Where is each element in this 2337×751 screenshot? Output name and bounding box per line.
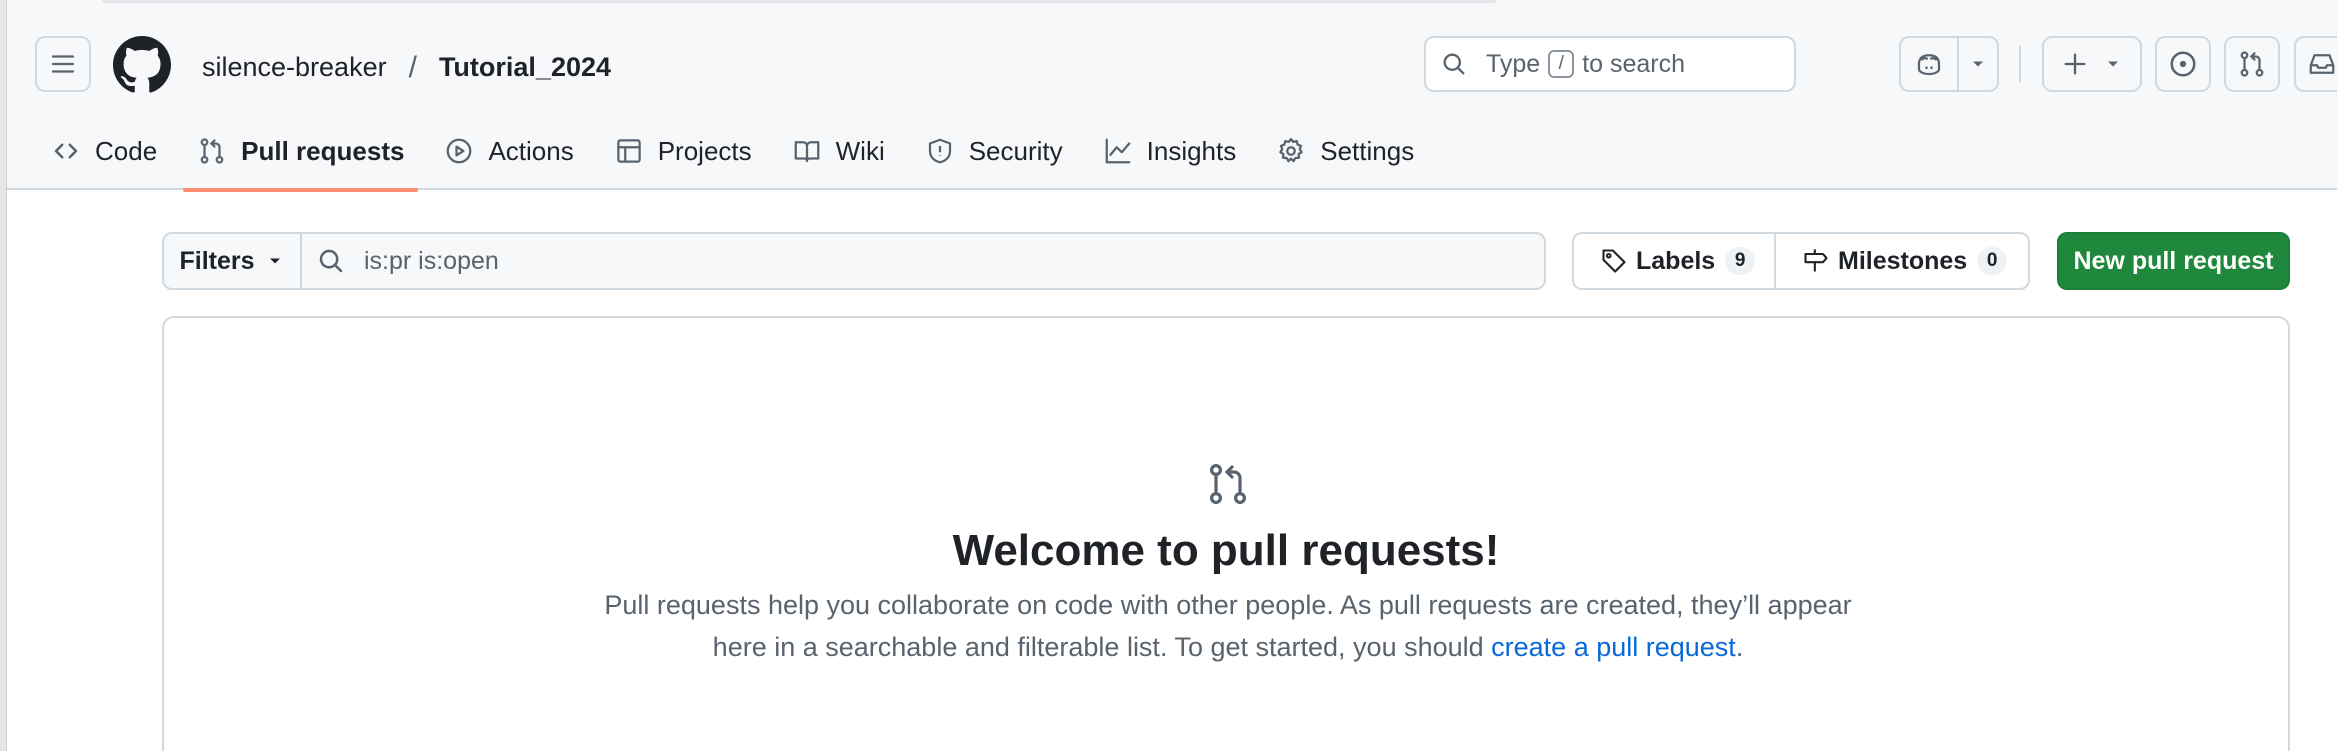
milestones-button[interactable]: Milestones 0 [1776, 234, 2028, 288]
copilot-button-group [1899, 36, 1999, 92]
breadcrumb-owner-link[interactable]: silence-breaker [196, 48, 393, 87]
tab-actions[interactable]: Actions [430, 122, 587, 190]
code-icon [54, 143, 78, 159]
blankslate-title: Welcome to pull requests! [952, 526, 1500, 575]
tab-insights-label: Insights [1146, 136, 1237, 166]
search-icon [1443, 53, 1465, 75]
menu-button[interactable] [35, 36, 91, 92]
gear-icon [1279, 138, 1303, 163]
tab-pull-requests-label: Pull requests [241, 136, 405, 166]
copilot-dropdown-button[interactable] [1959, 38, 1997, 90]
tab-pull-requests[interactable]: Pull requests [183, 122, 419, 192]
tab-projects-label: Projects [657, 136, 752, 166]
tab-insights[interactable]: Insights [1089, 122, 1251, 190]
play-icon [447, 138, 472, 164]
tab-code[interactable]: Code [37, 122, 171, 190]
tab-settings[interactable]: Settings [1262, 122, 1428, 190]
git-pull-request-icon [1209, 463, 1247, 504]
tab-actions-label: Actions [488, 136, 574, 166]
search-icon [319, 249, 343, 273]
shield-icon [928, 138, 951, 164]
search-placeholder-prefix: Type [1486, 49, 1541, 78]
plus-icon [2064, 53, 2086, 75]
create-new-button[interactable] [2042, 36, 2142, 92]
labels-milestones-group: Labels 9 Milestones 0 [1572, 232, 2030, 290]
search-placeholder-suffix: to search [1582, 49, 1686, 78]
browser-window-edge [0, 0, 7, 751]
copilot-button[interactable] [1901, 38, 1959, 90]
labels-button-label: Labels [1636, 246, 1716, 275]
tab-projects[interactable]: Projects [600, 122, 766, 190]
labels-count-badge: 9 [1725, 247, 1756, 275]
inbox-icon [2309, 54, 2335, 74]
triangle-down-icon [1973, 61, 1983, 67]
issues-button[interactable] [2155, 36, 2211, 92]
copilot-icon [1917, 54, 1941, 76]
book-icon [794, 141, 819, 163]
pull-requests-button[interactable] [2224, 36, 2280, 92]
search-shortcut-key: / [1548, 50, 1575, 78]
triangle-down-icon [269, 258, 280, 264]
browser-tab-bar-edge [102, 0, 1497, 3]
tab-security-label: Security [968, 136, 1063, 166]
tab-wiki[interactable]: Wiki [778, 122, 899, 190]
breadcrumb-repo-link[interactable]: Tutorial_2024 [433, 48, 617, 87]
tab-code-label: Code [95, 136, 158, 166]
breadcrumb: silence-breaker / Tutorial_2024 [196, 48, 617, 87]
new-pull-request-button[interactable]: New pull request [2057, 232, 2290, 290]
milestones-count-badge: 0 [1977, 247, 2008, 275]
inbox-button[interactable] [2294, 36, 2337, 92]
blankslate-description: Pull requests help you collaborate on co… [604, 584, 1852, 668]
milestone-icon [1804, 249, 1828, 272]
issue-opened-icon [2170, 51, 2196, 77]
create-pull-request-link[interactable]: create a pull request [1491, 632, 1736, 662]
hamburger-icon [51, 55, 75, 73]
github-mark-icon [113, 36, 171, 93]
tab-security[interactable]: Security [911, 122, 1077, 190]
triangle-down-icon [2108, 61, 2118, 67]
blankslate-text-end: . [1735, 632, 1744, 662]
header-divider [2019, 46, 2021, 82]
git-pull-request-icon [200, 138, 224, 164]
repo-nav: Code Pull requests Actions Projects Wiki… [37, 122, 1440, 192]
table-icon [616, 139, 641, 163]
pull-requests-blankslate: Welcome to pull requests! Pull requests … [162, 316, 2290, 751]
filter-search-input[interactable]: is:pr is:open [302, 234, 1544, 288]
app-header: silence-breaker / Tutorial_2024 Type / t… [7, 4, 2337, 192]
tab-wiki-label: Wiki [835, 136, 885, 166]
filter-bar: Filters is:pr is:open [162, 232, 1546, 290]
filter-query-value: is:pr is:open [364, 246, 499, 275]
graph-icon [1105, 138, 1131, 164]
global-search-input[interactable]: Type / to search [1424, 36, 1796, 92]
breadcrumb-separator: / [408, 50, 417, 84]
milestones-button-label: Milestones [1838, 246, 1968, 275]
filters-dropdown-button[interactable]: Filters [164, 234, 302, 288]
git-pull-request-icon [2240, 51, 2264, 77]
filter-toolbar: Filters is:pr is:open Labels 9 Milestone… [162, 232, 2290, 290]
filters-button-label: Filters [179, 246, 255, 275]
tab-settings-label: Settings [1320, 136, 1415, 166]
github-logo[interactable] [113, 36, 171, 94]
tag-icon [1602, 249, 1626, 273]
labels-button[interactable]: Labels 9 [1574, 234, 1776, 288]
